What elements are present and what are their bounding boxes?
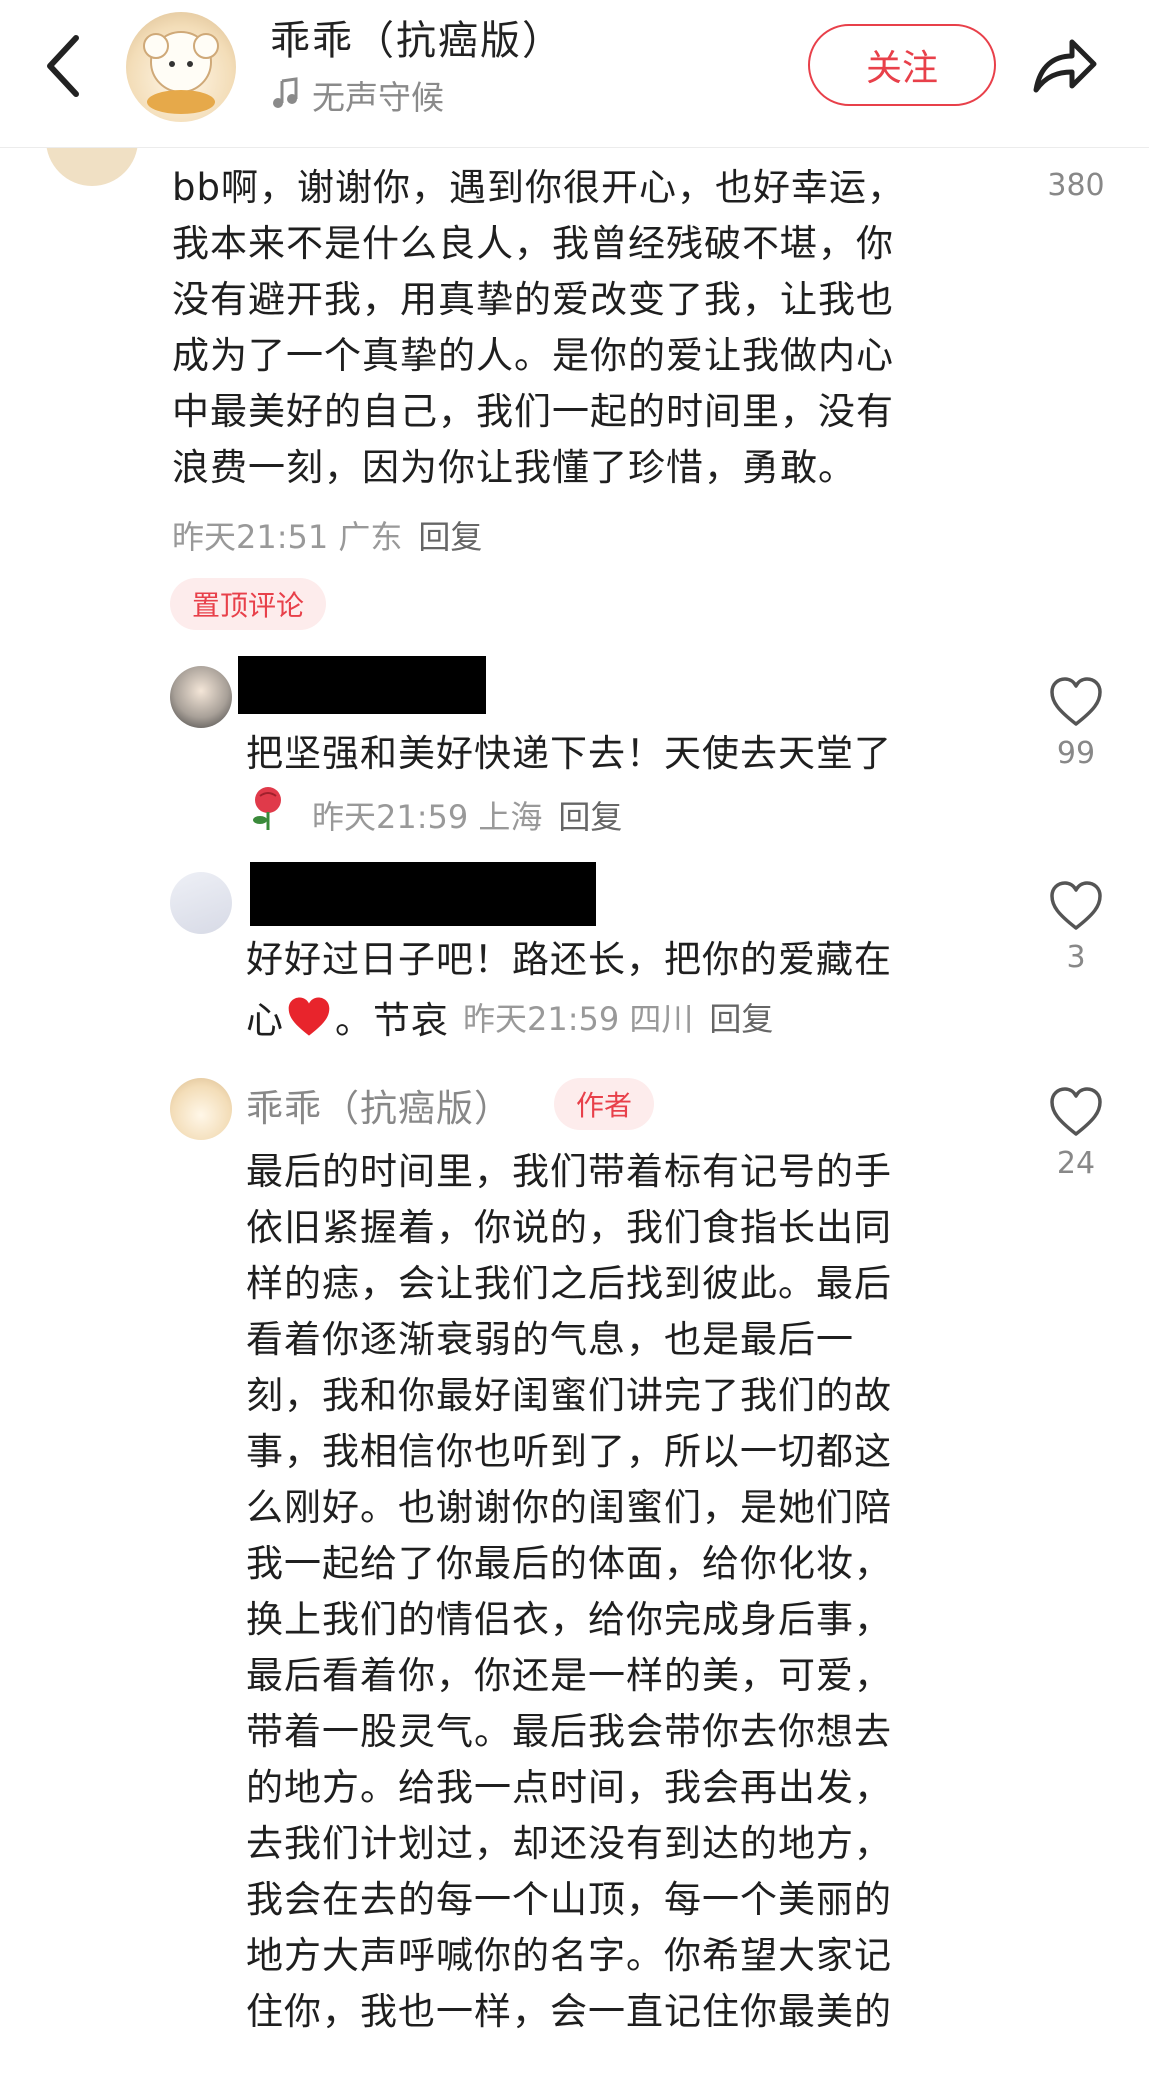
reply-time-location: 昨天21:59 四川	[463, 1000, 694, 1038]
heart-icon[interactable]	[1048, 881, 1104, 936]
reply-text-line: 看着你逐渐衰弱的气息，也是最后一	[246, 1318, 854, 1361]
music-title: 无声守候	[312, 78, 444, 117]
comment-text-line: 浪费一刻，因为你让我懂了珍惜，勇敢。	[172, 446, 856, 489]
reply-button[interactable]: 回复	[709, 994, 773, 1040]
author-reply-avatar[interactable]	[170, 1078, 232, 1140]
reply-text-line: 么刚好。也谢谢你的闺蜜们，是她们陪	[246, 1486, 892, 1529]
reply-text-line: 去我们计划过，却还没有到达的地方，	[246, 1822, 892, 1865]
top-bar: 乖乖（抗癌版） 无声守候 关注	[0, 0, 1149, 148]
heart-icon[interactable]	[1048, 677, 1104, 732]
like-block[interactable]: 99	[1036, 676, 1116, 771]
music-row[interactable]: 无声守候	[272, 72, 444, 118]
reply-text-line: 事，我相信你也听到了，所以一切都这	[246, 1430, 892, 1473]
reply-text-fragment: 心	[246, 999, 283, 1042]
like-block[interactable]: 24	[1036, 1086, 1116, 1181]
reply-text-line: 我一起给了你最后的体面，给你化妆，	[246, 1542, 892, 1585]
like-count: 3	[1066, 940, 1086, 975]
comment-text-line: 成为了一个真挚的人。是你的爱让我做内心	[172, 334, 894, 377]
reply-text-line: 刻，我和你最好闺蜜们讲完了我们的故	[246, 1374, 892, 1417]
author-name[interactable]: 乖乖（抗癌版）	[270, 8, 564, 66]
reply-text-line: 地方大声呼喊你的名字。你希望大家记	[246, 1934, 892, 1977]
reply-author-name[interactable]: 乖乖（抗癌版）	[246, 1078, 512, 1132]
like-count-block[interactable]: 380	[1036, 164, 1116, 203]
reply-text-line: 把坚强和美好快递下去！天使去天堂了	[246, 732, 892, 775]
comment-text-line: 我本来不是什么良人，我曾经残破不堪，你	[172, 222, 894, 265]
reply-text-line: 好好过日子吧！路还长，把你的爱藏在	[246, 938, 892, 981]
rose-icon	[248, 784, 288, 832]
reply-text-fragment: 。节哀	[335, 999, 449, 1042]
reply-text-line: 我会在去的每一个山顶，每一个美丽的	[246, 1878, 892, 1921]
reply-meta: 昨天21:59 上海 回复	[312, 792, 622, 838]
pinned-badge: 置顶评论	[170, 578, 326, 630]
reply-time-location: 昨天21:59 上海	[312, 798, 543, 836]
follow-button[interactable]: 关注	[808, 24, 996, 106]
like-count: 380	[1047, 168, 1105, 203]
reply-button[interactable]: 回复	[558, 798, 622, 836]
like-count: 99	[1056, 736, 1096, 771]
share-icon[interactable]	[1030, 30, 1100, 100]
reply-text-line: 带着一股灵气。最后我会带你去你想去	[246, 1710, 892, 1753]
reply-avatar[interactable]	[170, 666, 232, 728]
like-count: 24	[1056, 1146, 1096, 1181]
author-badge: 作者	[554, 1078, 654, 1130]
comment-meta: 昨天21:51 广东 回复	[172, 512, 482, 558]
comment-text-line: bb啊，谢谢你，遇到你很开心，也好幸运，	[172, 166, 905, 209]
author-avatar[interactable]	[126, 12, 236, 122]
reply-text-tail: 心 。节哀 昨天21:59 四川 回复	[246, 990, 773, 1044]
reply-text-line: 住你，我也一样，会一直记住你最美的	[246, 1990, 892, 2033]
redacted-username	[250, 862, 596, 926]
reply-avatar[interactable]	[170, 872, 232, 934]
redacted-username	[238, 656, 486, 714]
reply-text-line: 换上我们的情侣衣，给你完成身后事，	[246, 1598, 892, 1641]
back-arrow-icon[interactable]	[40, 30, 90, 102]
comment-text-line: 没有避开我，用真挚的爱改变了我，让我也	[172, 278, 894, 321]
reply-text-line: 的地方。给我一点时间，我会再出发，	[246, 1766, 892, 1809]
reply-button[interactable]: 回复	[418, 518, 482, 556]
reply-text-line: 最后的时间里，我们带着标有记号的手	[246, 1150, 892, 1193]
comment-text-line: 中最美好的自己，我们一起的时间里，没有	[172, 390, 894, 433]
red-heart-icon	[285, 995, 333, 1039]
music-note-icon	[272, 77, 300, 113]
comment-time-location: 昨天21:51 广东	[172, 518, 403, 556]
reply-text-line: 最后看着你，你还是一样的美，可爱，	[246, 1654, 892, 1697]
heart-icon[interactable]	[1048, 1087, 1104, 1142]
reply-text-line: 依旧紧握着，你说的，我们食指长出同	[246, 1206, 892, 1249]
like-block[interactable]: 3	[1036, 880, 1116, 975]
reply-text-line: 样的痣，会让我们之后找到彼此。最后	[246, 1262, 892, 1305]
